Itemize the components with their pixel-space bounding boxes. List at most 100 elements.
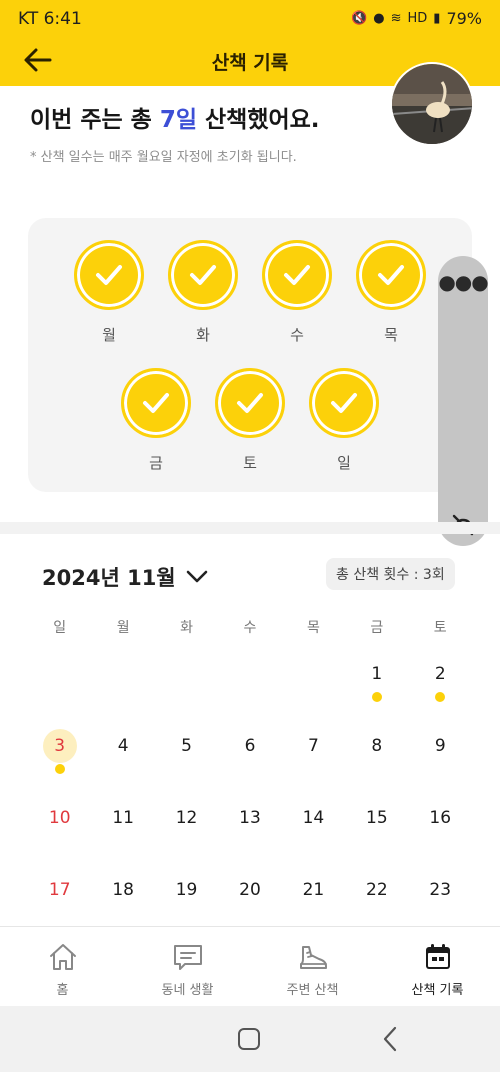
calendar-day-empty <box>28 644 91 716</box>
calendar-day-empty <box>91 644 154 716</box>
calendar-day[interactable]: 2 <box>409 644 472 716</box>
check-icon <box>74 240 144 310</box>
day-number: 3 <box>54 736 66 756</box>
day-number: 9 <box>434 736 446 756</box>
check-icon <box>309 368 379 438</box>
chevron-down-icon <box>186 570 207 583</box>
calendar-day[interactable]: 8 <box>345 716 408 788</box>
nav-item-home[interactable]: 홈 <box>0 927 125 1006</box>
day-label: 월 <box>102 326 116 344</box>
calendar-day[interactable]: 15 <box>345 788 408 860</box>
calendar-day[interactable]: 17 <box>28 860 91 932</box>
day-label: 수 <box>290 326 304 344</box>
calendar-day-today[interactable]: 3 <box>28 716 91 788</box>
day-number: 1 <box>371 664 383 684</box>
day-number: 2 <box>434 664 446 684</box>
location-icon: ● <box>373 11 385 26</box>
calendar-day[interactable]: 11 <box>91 788 154 860</box>
check-icon <box>168 240 238 310</box>
calendar-day[interactable]: 19 <box>155 860 218 932</box>
wifi-icon: ≋ <box>390 11 402 26</box>
calendar-day[interactable]: 10 <box>28 788 91 860</box>
mute-icon: 🔇 <box>351 11 368 26</box>
day-label: 금 <box>149 454 163 472</box>
calendar-day[interactable]: 16 <box>409 788 472 860</box>
walk-marker <box>435 692 446 702</box>
check-icon <box>356 240 426 310</box>
status-carrier-time: KT 6:41 <box>18 9 82 29</box>
calendar-day[interactable]: 13 <box>218 788 281 860</box>
headline-suffix: 산책했어요. <box>197 107 320 133</box>
nav-label: 동네 생활 <box>161 983 214 998</box>
chat-icon <box>173 945 202 970</box>
nav-item-walk-record[interactable]: 산책 기록 <box>375 927 500 1006</box>
calendar-day[interactable]: 12 <box>155 788 218 860</box>
calendar-day[interactable]: 14 <box>282 788 345 860</box>
day-number: 13 <box>239 808 261 828</box>
day-label: 목 <box>384 326 398 344</box>
day-tue: 화 <box>168 240 238 345</box>
reset-note: * 산책 일수는 매주 월요일 자정에 초기화 됩니다. <box>30 150 297 165</box>
calendar-day-empty <box>282 644 345 716</box>
day-number: 4 <box>117 736 129 756</box>
calendar-day[interactable]: 23 <box>409 860 472 932</box>
calendar-day[interactable]: 4 <box>91 716 154 788</box>
day-number: 6 <box>244 736 256 756</box>
calendar-day[interactable]: 7 <box>282 716 345 788</box>
system-home-button[interactable] <box>238 1028 260 1050</box>
weekday-label: 월 <box>116 620 130 636</box>
signal-icon: ▮ <box>433 11 441 26</box>
day-number: 22 <box>366 880 388 900</box>
calendar-day[interactable]: 1 <box>345 644 408 716</box>
nav-item-nearby-walk[interactable]: 주변 산책 <box>250 927 375 1006</box>
system-nav-bar <box>0 1006 500 1072</box>
nav-label: 주변 산책 <box>286 983 339 998</box>
total-walks-badge: 총 산책 횟수 : 3회 <box>326 558 455 590</box>
day-number: 11 <box>112 808 134 828</box>
calendar-day[interactable]: 20 <box>218 860 281 932</box>
calendar-day[interactable]: 21 <box>282 860 345 932</box>
system-back-icon[interactable] <box>380 1024 400 1054</box>
day-sun: 일 <box>309 368 379 473</box>
day-wed: 수 <box>262 240 332 345</box>
month-selector[interactable]: 2024년 11월 <box>42 562 208 592</box>
calendar-day[interactable]: 22 <box>345 860 408 932</box>
floating-panel[interactable]: ●●● <box>438 256 489 546</box>
day-label: 일 <box>337 454 351 472</box>
check-icon <box>121 368 191 438</box>
weekday-label: 수 <box>243 620 257 636</box>
walk-marker <box>371 692 382 702</box>
hd-icon: HD <box>407 11 428 26</box>
calendar-day[interactable]: 18 <box>91 860 154 932</box>
battery-level: 79% <box>446 9 482 28</box>
day-number: 18 <box>112 880 134 900</box>
weekly-walk-card: 월 화 수 목 금 토 일 <box>28 218 472 492</box>
weekly-summary-headline: 이번 주는 총 7일 산책했어요. <box>30 100 320 134</box>
nav-item-community[interactable]: 동네 생활 <box>125 927 250 1006</box>
day-number: 16 <box>429 808 452 828</box>
day-number: 7 <box>307 736 319 756</box>
walk-marker <box>54 764 65 774</box>
calendar: 일 월 화 수 목 금 토 1 2 3 4 5 6 7 8 9 10 11 12… <box>28 612 472 932</box>
day-number: 19 <box>175 880 198 900</box>
day-mon: 월 <box>74 240 144 345</box>
calendar-day[interactable]: 9 <box>409 716 472 788</box>
calendar-week: 3 4 5 6 7 8 9 <box>28 716 472 788</box>
calendar-week: 10 11 12 13 14 15 16 <box>28 788 472 860</box>
section-divider <box>0 522 500 534</box>
calendar-day[interactable]: 6 <box>218 716 281 788</box>
check-icon <box>215 368 285 438</box>
weekday-label: 일 <box>53 620 67 636</box>
day-number: 10 <box>48 808 71 828</box>
more-icon[interactable]: ●●● <box>438 270 488 294</box>
weekday-label: 화 <box>180 620 193 636</box>
status-icons: 🔇 ● ≋ HD ▮ 79% <box>351 9 482 28</box>
day-number: 14 <box>302 808 325 828</box>
day-number: 17 <box>48 880 71 900</box>
avatar[interactable] <box>390 62 474 146</box>
day-number: 15 <box>366 808 388 828</box>
weekday-label: 금 <box>370 620 384 636</box>
calendar-week: 1 2 <box>28 644 472 716</box>
day-thu: 목 <box>356 240 426 345</box>
calendar-day[interactable]: 5 <box>155 716 218 788</box>
